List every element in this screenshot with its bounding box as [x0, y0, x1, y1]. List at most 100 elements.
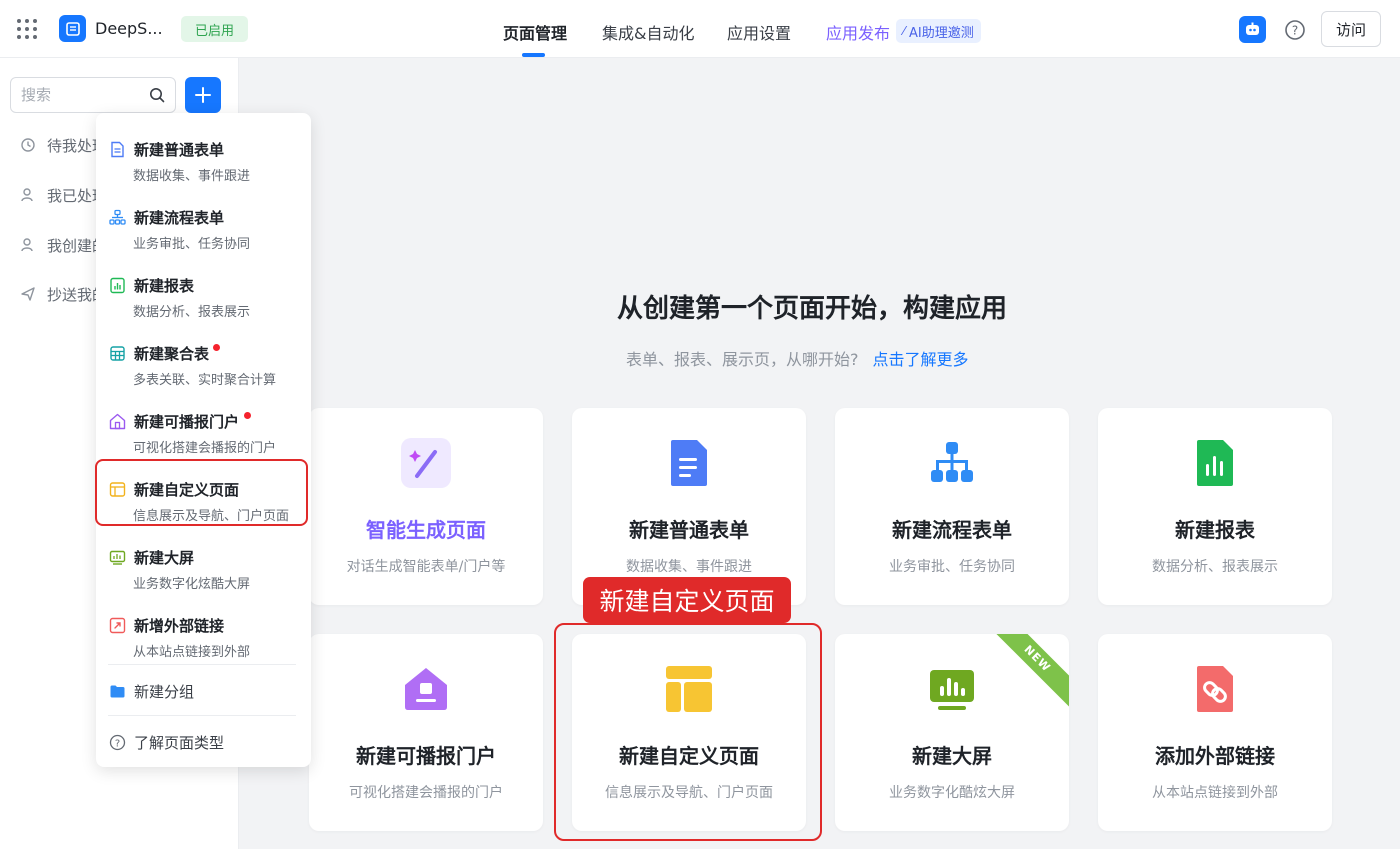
help-icon: ? [109, 734, 126, 750]
flow-icon [109, 209, 126, 225]
menu-divider [108, 715, 296, 716]
custom-page-callout: 新建自定义页面 [583, 577, 791, 623]
new-page-dropdown: 新建普通表单 数据收集、事件跟进 新建流程表单 业务审批、任务协同 新建报表 数… [95, 113, 311, 767]
card-subtitle: 数据分析、报表展示 [1152, 559, 1278, 575]
custom-page-icon [664, 664, 714, 714]
new-badge-dot [213, 344, 220, 351]
learn-more-link[interactable]: 点击了解更多 [873, 350, 969, 369]
ai-sparkle-icon: ⁄ [903, 24, 906, 38]
menu-item-new-aggregate[interactable]: 新建聚合表 多表关联、实时聚合计算 [96, 327, 311, 389]
card-subtitle: 业务审批、任务协同 [889, 559, 1015, 575]
menu-item-new-custom-page[interactable]: 新建自定义页面 信息展示及导航、门户页面 [96, 463, 311, 525]
add-page-button[interactable] [185, 77, 221, 113]
card-subtitle: 数据收集、事件跟进 [626, 559, 752, 575]
card-subtitle: 从本站点链接到外部 [1152, 785, 1278, 801]
svg-text:?: ? [1291, 23, 1297, 37]
menu-item-subtitle: 数据分析、报表展示 [133, 305, 251, 320]
portal-icon [401, 664, 451, 714]
menu-item-subtitle: 从本站点链接到外部 [133, 645, 251, 660]
card-title: 新建普通表单 [629, 518, 749, 542]
form-icon [111, 141, 124, 158]
menu-item-subtitle: 业务数字化炫酷大屏 [133, 577, 251, 592]
search-input[interactable] [21, 78, 141, 112]
menu-item-subtitle: 可视化搭建会播报的门户 [133, 441, 277, 456]
search-icon[interactable] [149, 87, 165, 103]
new-badge-dot [244, 412, 251, 419]
menu-item-title: 新建报表 [134, 277, 195, 295]
card-subtitle: 可视化搭建会播报的门户 [349, 785, 503, 801]
menu-item-new-dashboard[interactable]: 新建大屏 业务数字化炫酷大屏 [96, 531, 311, 593]
menu-item-title: 新建聚合表 [134, 345, 210, 363]
menu-item-subtitle: 数据收集、事件跟进 [133, 169, 251, 184]
menu-item-new-form[interactable]: 新建普通表单 数据收集、事件跟进 [96, 123, 311, 185]
aggregate-icon [110, 346, 125, 361]
card-title: 新建大屏 [912, 744, 992, 768]
plus-icon [195, 87, 211, 103]
menu-item-label: 新建分组 [134, 682, 195, 701]
card-subtitle: 对话生成智能表单/门户等 [346, 559, 506, 575]
search-box[interactable] [10, 77, 176, 113]
external-link-icon [1190, 664, 1240, 714]
menu-item-title: 新建普通表单 [134, 141, 225, 159]
menu-item-new-portal[interactable]: 新建可播报门户 可视化搭建会播报的门户 [96, 395, 311, 457]
menu-item-new-group[interactable]: 新建分组 [109, 680, 194, 702]
tab-app-publish[interactable]: 应用发布 [826, 20, 890, 44]
card-title: 新建自定义页面 [619, 744, 759, 768]
ai-chip-label: AI助理邀测 [909, 25, 974, 41]
report-icon [110, 277, 125, 294]
menu-item-new-flow-form[interactable]: 新建流程表单 业务审批、任务协同 [96, 191, 311, 253]
page-subtitle: 表单、报表、展示页，从哪开始? 点击了解更多 [626, 346, 969, 370]
status-badge: 已启用 [181, 16, 248, 42]
ai-bot-icon[interactable] [1239, 16, 1266, 43]
subtitle-text: 表单、报表、展示页，从哪开始? [626, 350, 859, 369]
card-subtitle: 业务数字化酷炫大屏 [889, 785, 1015, 801]
tab-page-management[interactable]: 页面管理 [503, 20, 567, 44]
sidebar-item-created[interactable]: 我创建的 [20, 233, 107, 257]
menu-item-subtitle: 信息展示及导航、门户页面 [133, 509, 290, 524]
help-icon[interactable]: ? [1281, 16, 1308, 43]
card-new-flow-form[interactable]: 新建流程表单 业务审批、任务协同 [835, 408, 1069, 605]
menu-divider [108, 664, 296, 665]
sidebar-item-cc[interactable]: 抄送我的 [20, 282, 107, 306]
tab-app-settings[interactable]: 应用设置 [727, 20, 791, 44]
external-link-icon [109, 617, 126, 634]
card-new-dashboard[interactable]: NEW 新建大屏 业务数字化酷炫大屏 [835, 634, 1069, 831]
app-name[interactable]: DeepS... [95, 19, 163, 38]
card-title: 新建报表 [1175, 518, 1255, 542]
app-grid-icon[interactable] [17, 19, 37, 39]
user-check-icon [21, 188, 33, 202]
visit-button[interactable]: 访问 [1321, 11, 1381, 47]
report-icon [1190, 438, 1240, 488]
card-new-portal[interactable]: 新建可播报门户 可视化搭建会播报的门户 [309, 634, 543, 831]
card-title: 新建流程表单 [892, 518, 1012, 542]
menu-item-subtitle: 多表关联、实时聚合计算 [133, 373, 277, 388]
send-icon [21, 287, 35, 301]
card-ai-generate[interactable]: 智能生成页面 对话生成智能表单/门户等 [309, 408, 543, 605]
form-icon [664, 438, 714, 488]
menu-item-title: 新增外部链接 [134, 617, 225, 635]
sidebar-item-processed[interactable]: 我已处理 [20, 183, 107, 207]
menu-item-learn-page-types[interactable]: ? 了解页面类型 [109, 731, 224, 753]
ai-wand-icon [401, 438, 451, 488]
card-title: 添加外部链接 [1155, 744, 1275, 768]
page-title: 从创建第一个页面开始，构建应用 [617, 294, 1008, 324]
card-new-report[interactable]: 新建报表 数据分析、报表展示 [1098, 408, 1332, 605]
card-new-custom-page[interactable]: 新建自定义页面 信息展示及导航、门户页面 [572, 634, 806, 831]
menu-item-new-report[interactable]: 新建报表 数据分析、报表展示 [96, 259, 311, 321]
menu-item-new-external-link[interactable]: 新增外部链接 从本站点链接到外部 [96, 599, 311, 661]
ai-assistant-chip[interactable]: ⁄ AI助理邀测 [896, 19, 981, 43]
top-header: DeepS... 已启用 页面管理 集成&自动化 应用设置 应用发布 ⁄ AI助… [0, 0, 1400, 58]
menu-item-title: 新建流程表单 [134, 209, 225, 227]
card-new-form[interactable]: 新建普通表单 数据收集、事件跟进 [572, 408, 806, 605]
custom-page-icon [109, 482, 126, 497]
menu-item-subtitle: 业务审批、任务协同 [133, 237, 251, 252]
sidebar-item-pending[interactable]: 待我处理 [20, 133, 107, 157]
flow-icon [927, 438, 977, 488]
new-ribbon: NEW [986, 634, 1069, 710]
card-title: 新建可播报门户 [356, 744, 496, 768]
card-add-external-link[interactable]: 添加外部链接 从本站点链接到外部 [1098, 634, 1332, 831]
svg-text:?: ? [115, 738, 120, 749]
tab-integration-automation[interactable]: 集成&自动化 [602, 20, 694, 44]
user-plus-icon [21, 238, 33, 252]
app-logo [59, 15, 86, 42]
